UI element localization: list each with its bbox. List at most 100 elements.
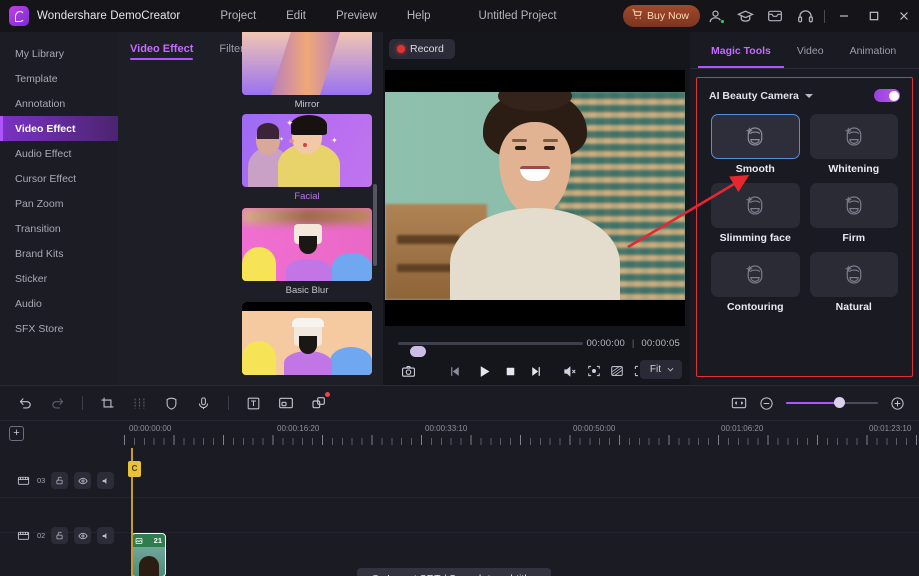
timeline-clip[interactable]: 21 — [131, 533, 166, 576]
redo-icon[interactable] — [50, 396, 65, 411]
play-icon[interactable] — [477, 364, 492, 379]
total-time: 00:00:05 — [641, 338, 680, 349]
track-visibility-toggle[interactable] — [74, 527, 92, 544]
mute-icon[interactable] — [563, 364, 578, 379]
buy-now-label: Buy Now — [646, 9, 689, 22]
clip-thumbnail — [132, 547, 165, 576]
zoom-slider[interactable] — [786, 397, 878, 409]
subject-eye-right — [544, 146, 555, 150]
inbox-icon[interactable] — [760, 0, 790, 32]
support-icon[interactable] — [790, 0, 820, 32]
record-button[interactable]: Record — [389, 39, 455, 59]
crop-icon[interactable] — [100, 396, 115, 411]
tab-filter[interactable]: Filter — [219, 43, 243, 64]
app-logo-icon — [9, 6, 29, 26]
ai-beauty-camera-toggle[interactable] — [874, 89, 900, 102]
sidebar-item-sfx-store[interactable]: SFX Store — [0, 316, 118, 341]
fit-timeline-icon[interactable] — [731, 396, 747, 410]
track-visibility-toggle[interactable] — [74, 472, 92, 489]
menu-item-preview[interactable]: Preview — [336, 10, 377, 22]
playhead[interactable]: C — [128, 448, 141, 576]
sidebar-item-my-library[interactable]: My Library — [0, 41, 118, 66]
video-preview[interactable] — [385, 70, 685, 326]
sidebar-item-brand-kits[interactable]: Brand Kits — [0, 241, 118, 266]
zoom-out-icon[interactable] — [759, 396, 774, 411]
sticker-icon[interactable] — [311, 392, 330, 411]
ai-beauty-camera-dropdown[interactable]: AI Beauty Camera — [709, 90, 813, 102]
effect-card-next[interactable] — [242, 302, 372, 379]
buy-now-button[interactable]: Buy Now — [622, 5, 700, 27]
sidebar-item-pan-zoom[interactable]: Pan Zoom — [0, 191, 118, 216]
tab-video[interactable]: Video — [784, 32, 837, 68]
timeline-lane[interactable]: 21 — [124, 448, 919, 576]
menu-item-help[interactable]: Help — [407, 10, 431, 22]
split-icon[interactable] — [132, 396, 147, 411]
clip-duration: 21 — [153, 536, 162, 545]
effects-scrollbar[interactable] — [373, 184, 377, 266]
track-type-icon — [16, 473, 31, 488]
face-beauty-icon — [711, 183, 800, 228]
menu-item-edit[interactable]: Edit — [286, 10, 306, 22]
effect-thumbnail — [242, 208, 372, 281]
title-bar: Wondershare DemoCreator Project Edit Pre… — [0, 0, 919, 32]
sidebar-item-audio-effect[interactable]: Audio Effect — [0, 141, 118, 166]
sidebar-item-sticker[interactable]: Sticker — [0, 266, 118, 291]
seek-bar[interactable] — [398, 342, 583, 357]
tool-smooth[interactable]: Smooth — [711, 114, 800, 183]
face-beauty-icon — [809, 183, 898, 228]
zoom-in-icon[interactable] — [890, 396, 905, 411]
minimize-button[interactable] — [829, 0, 859, 32]
tool-whitening[interactable]: Whitening — [809, 114, 898, 183]
stop-icon[interactable] — [504, 365, 517, 378]
account-icon[interactable] — [700, 0, 730, 32]
undo-icon[interactable] — [18, 396, 33, 411]
track-mute-toggle[interactable] — [97, 472, 115, 489]
sidebar-item-annotation[interactable]: Annotation — [0, 91, 118, 116]
preview-area: Record 00:00:00 | 00:00:05 Fit — [383, 32, 690, 385]
close-button[interactable] — [889, 0, 919, 32]
picture-in-picture-icon[interactable] — [278, 395, 294, 411]
effect-card-mirror[interactable]: Mirror — [242, 32, 372, 110]
menu-item-project[interactable]: Project — [220, 10, 256, 22]
track-lock-toggle[interactable] — [51, 472, 69, 489]
sidebar-item-transition[interactable]: Transition — [0, 216, 118, 241]
import-srt-button[interactable]: Import SRT / Speech to subtitles — [357, 568, 551, 576]
ruler-tick-label: 00:00:16:20 — [277, 424, 320, 433]
track-lock-toggle[interactable] — [51, 527, 69, 544]
snapshot-icon[interactable] — [401, 364, 416, 379]
academy-icon[interactable] — [730, 0, 760, 32]
subject-brow-right — [543, 139, 558, 142]
sidebar-item-audio[interactable]: Audio — [0, 291, 118, 316]
no-signal-icon[interactable] — [610, 364, 624, 378]
timeline-ruler[interactable]: + 00:00:00:00 00:00:16:20 00:00:33:10 00… — [0, 420, 919, 448]
tab-video-effect[interactable]: Video Effect — [130, 43, 193, 64]
text-icon[interactable] — [246, 396, 261, 411]
tool-natural[interactable]: Natural — [809, 252, 898, 321]
tool-firm[interactable]: Firm — [809, 183, 898, 252]
mask-icon[interactable] — [164, 396, 179, 411]
sidebar-item-template[interactable]: Template — [0, 66, 118, 91]
tool-contouring[interactable]: Contouring — [711, 252, 800, 321]
fit-label: Fit — [649, 364, 661, 375]
playhead-marker[interactable]: C — [128, 461, 141, 477]
tool-slimming-face[interactable]: Slimming face — [711, 183, 800, 252]
effect-card-facial[interactable]: ✦ ✦ ✦ Facial — [242, 114, 372, 202]
fit-selector[interactable]: Fit — [639, 360, 682, 379]
maximize-button[interactable] — [859, 0, 889, 32]
track-mute-toggle[interactable] — [97, 527, 115, 544]
next-frame-icon[interactable] — [529, 365, 542, 378]
effects-list: Mirror ✦ ✦ ✦ Facial Basic Blur — [118, 32, 383, 385]
fullscreen-marker-icon[interactable] — [587, 364, 601, 378]
add-track-button[interactable]: + — [9, 426, 24, 441]
ruler-tick-label: 00:01:06:20 — [721, 424, 764, 433]
effect-card-basic-blur[interactable]: Basic Blur — [242, 208, 372, 296]
voiceover-icon[interactable] — [196, 396, 211, 411]
tab-animation[interactable]: Animation — [837, 32, 910, 68]
zoom-slider-handle[interactable] — [833, 397, 845, 409]
subject-brow-left — [512, 139, 527, 142]
prev-frame-icon[interactable] — [449, 365, 462, 378]
tab-magic-tools[interactable]: Magic Tools — [698, 32, 784, 68]
online-status-dot — [720, 19, 725, 24]
sidebar-item-cursor-effect[interactable]: Cursor Effect — [0, 166, 118, 191]
sidebar-item-video-effect[interactable]: Video Effect — [0, 116, 118, 141]
